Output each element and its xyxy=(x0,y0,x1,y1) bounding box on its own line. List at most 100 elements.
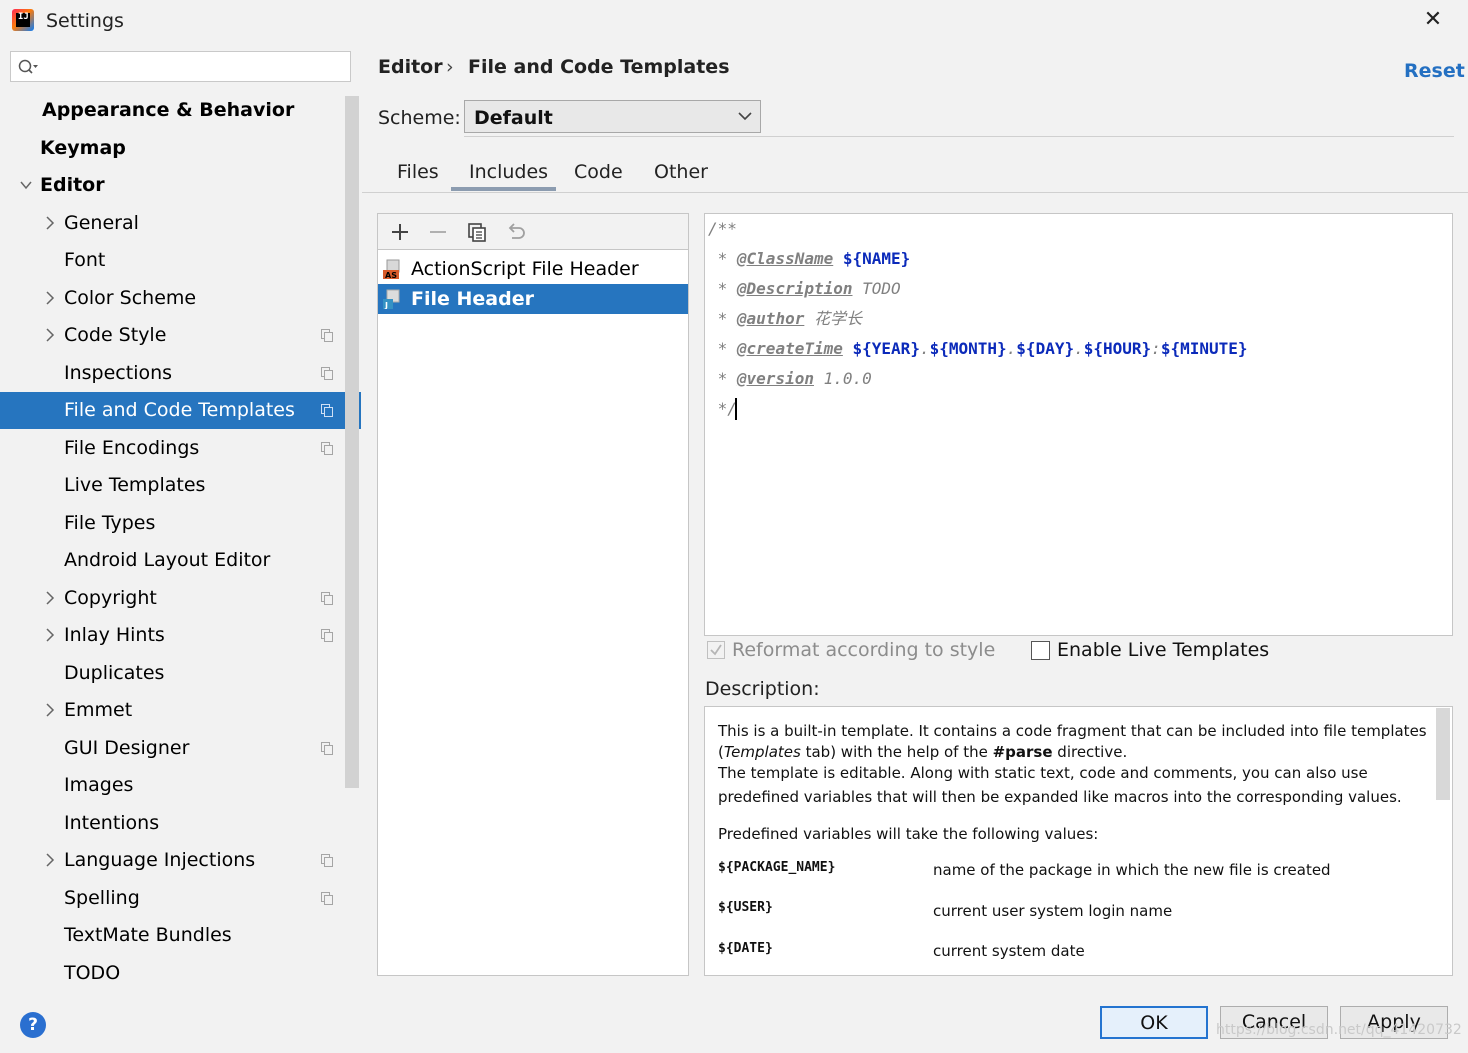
sidebar-item-appearance-behavior[interactable]: Appearance & Behavior xyxy=(0,92,361,129)
tab-code[interactable]: Code xyxy=(574,161,623,183)
code-line: * @author 花学长 xyxy=(717,309,862,328)
description-text: (Templates tab) with the help of the #pa… xyxy=(718,743,1128,761)
watermark: https://blog.csdn.net/qq_41420732 xyxy=(1216,1022,1462,1038)
chevron-right-icon[interactable] xyxy=(44,617,56,654)
sidebar-item-android-layout-editor[interactable]: Android Layout Editor xyxy=(0,542,361,579)
sidebar-item-code-style[interactable]: Code Style xyxy=(0,317,361,354)
description-scrollbar[interactable] xyxy=(1436,708,1450,800)
page-title: File and Code Templates xyxy=(468,56,730,78)
sidebar-item-label: Emmet xyxy=(64,699,133,721)
sidebar-item-label: Spelling xyxy=(64,887,140,909)
sidebar-item-label: Inlay Hints xyxy=(64,624,165,646)
chevron-right-icon[interactable] xyxy=(44,692,56,729)
sidebar-item-language-injections[interactable]: Language Injections xyxy=(0,842,361,879)
project-level-icon xyxy=(321,404,333,417)
code-line: * @createTime ${YEAR}.${MONTH}.${DAY}.${… xyxy=(717,339,1248,358)
project-level-icon xyxy=(321,592,333,605)
project-level-icon xyxy=(321,742,333,755)
reformat-checkbox[interactable] xyxy=(707,641,725,659)
sidebar-item-keymap[interactable]: Keymap xyxy=(0,130,361,167)
project-level-icon xyxy=(321,854,333,867)
window-title: Settings xyxy=(46,10,124,32)
description-text: predefined variables that will then be e… xyxy=(718,788,1402,806)
text-caret xyxy=(735,398,737,420)
sidebar-item-label: File Encodings xyxy=(64,437,200,459)
sidebar-item-label: Font xyxy=(64,249,106,271)
reformat-label: Reformat according to style xyxy=(732,639,996,661)
sidebar-item-file-types[interactable]: File Types xyxy=(0,505,361,542)
sidebar-item-textmate-bundles[interactable]: TextMate Bundles xyxy=(0,917,361,954)
chevron-right-icon[interactable] xyxy=(44,580,56,617)
code-line: /** xyxy=(708,219,737,238)
list-item[interactable]: J File Header xyxy=(378,284,688,314)
project-level-icon xyxy=(321,629,333,642)
sidebar-item-inspections[interactable]: Inspections xyxy=(0,355,361,392)
chevron-right-icon[interactable] xyxy=(44,842,56,879)
project-level-icon xyxy=(321,892,333,905)
sidebar-item-inlay-hints[interactable]: Inlay Hints xyxy=(0,617,361,654)
chevron-down-icon[interactable] xyxy=(20,167,32,204)
sidebar-item-label: File and Code Templates xyxy=(64,399,295,421)
sidebar-item-copyright[interactable]: Copyright xyxy=(0,580,361,617)
description-text: This is a built-in template. It contains… xyxy=(718,722,1427,740)
sidebar-item-general[interactable]: General xyxy=(0,205,361,242)
sidebar-item-label: General xyxy=(64,212,139,234)
copy-icon[interactable] xyxy=(466,222,488,242)
sidebar-scrollbar[interactable] xyxy=(345,96,359,788)
sidebar-item-todo[interactable]: TODO xyxy=(0,955,361,992)
add-icon[interactable] xyxy=(389,222,411,242)
tab-files[interactable]: Files xyxy=(397,161,439,183)
revert-icon[interactable] xyxy=(505,222,527,242)
sidebar-item-label: Copyright xyxy=(64,587,157,609)
sidebar-item-label: File Types xyxy=(64,512,156,534)
sidebar-item-color-scheme[interactable]: Color Scheme xyxy=(0,280,361,317)
sidebar-item-images[interactable]: Images xyxy=(0,767,361,804)
code-line: * @version 1.0.0 xyxy=(717,369,872,388)
sidebar-item-label: Images xyxy=(64,774,134,796)
list-item-label: ActionScript File Header xyxy=(411,258,639,280)
divider xyxy=(464,136,1454,137)
chevron-down-icon xyxy=(738,112,752,121)
sidebar-item-font[interactable]: Font xyxy=(0,242,361,279)
enable-live-templates-checkbox[interactable] xyxy=(1031,641,1050,660)
search-icon xyxy=(18,59,38,74)
tab-other[interactable]: Other xyxy=(654,161,708,183)
sidebar-item-label: Language Injections xyxy=(64,849,256,871)
scheme-value: Default xyxy=(474,107,553,129)
sidebar-item-file-encodings[interactable]: File Encodings xyxy=(0,430,361,467)
description-title: Description: xyxy=(705,678,820,700)
sidebar-item-file-and-code-templates[interactable]: File and Code Templates xyxy=(0,392,361,429)
project-level-icon xyxy=(321,329,333,342)
ok-button[interactable]: OK xyxy=(1100,1006,1208,1039)
sidebar-item-duplicates[interactable]: Duplicates xyxy=(0,655,361,692)
sidebar-item-intentions[interactable]: Intentions xyxy=(0,805,361,842)
chevron-right-icon[interactable] xyxy=(44,280,56,317)
code-line: * @Description TODO xyxy=(717,279,901,298)
scheme-label: Scheme: xyxy=(378,107,461,129)
sidebar-item-label: Android Layout Editor xyxy=(64,549,271,571)
intellij-app-icon: IJ xyxy=(12,9,34,31)
sidebar-item-editor[interactable]: Editor xyxy=(0,167,361,204)
sidebar-item-emmet[interactable]: Emmet xyxy=(0,692,361,729)
reset-link[interactable]: Reset xyxy=(1404,60,1465,82)
breadcrumb-root[interactable]: Editor xyxy=(378,56,443,78)
tab-includes[interactable]: Includes xyxy=(469,161,548,183)
sidebar-item-gui-designer[interactable]: GUI Designer xyxy=(0,730,361,767)
variable-name: ${USER} xyxy=(718,900,773,915)
sidebar-item-label: Code Style xyxy=(64,324,167,346)
settings-search-input[interactable] xyxy=(10,51,351,82)
chevron-right-icon[interactable] xyxy=(44,317,56,354)
actionscript-file-icon: AS xyxy=(383,259,400,279)
close-button[interactable]: ✕ xyxy=(1419,6,1447,34)
project-level-icon xyxy=(321,442,333,455)
checkmark-icon xyxy=(710,644,722,656)
chevron-right-icon[interactable] xyxy=(44,205,56,242)
help-button[interactable]: ? xyxy=(20,1012,46,1038)
variable-description: current system date xyxy=(933,942,1085,960)
remove-icon[interactable] xyxy=(427,222,449,242)
sidebar-item-spelling[interactable]: Spelling xyxy=(0,880,361,917)
code-line: * @ClassName ${NAME} xyxy=(717,249,911,268)
list-item[interactable]: AS ActionScript File Header xyxy=(378,254,688,284)
variable-description: name of the package in which the new fil… xyxy=(933,861,1331,879)
sidebar-item-live-templates[interactable]: Live Templates xyxy=(0,467,361,504)
